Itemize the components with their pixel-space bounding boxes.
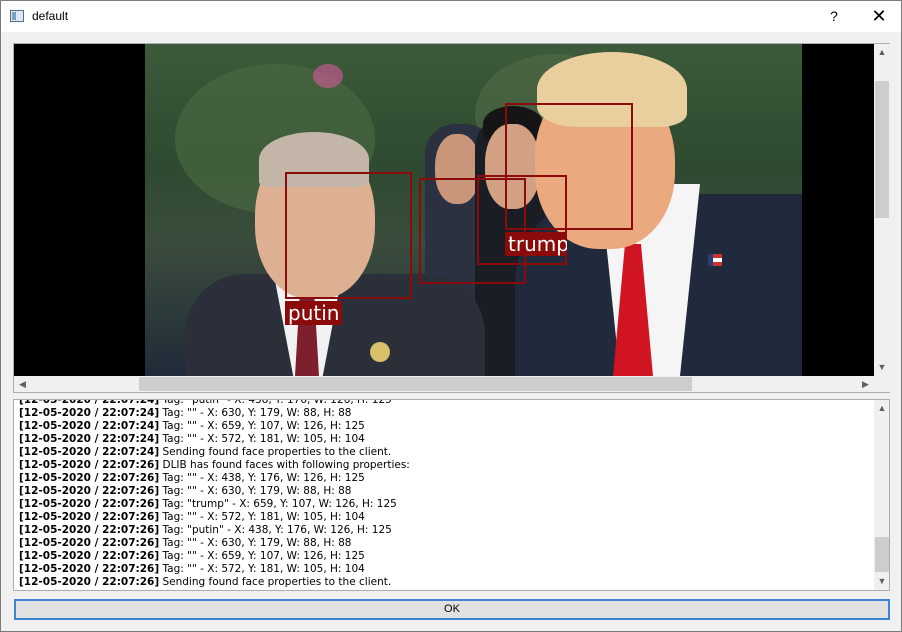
log-line: [12-05-2020 / 22:07:24] Tag: "" - X: 659… xyxy=(19,420,869,433)
dialog-window: default ? ✕ putin trump ▲ ▼ ◀ ▶ [12-05-2… xyxy=(0,0,902,632)
log-message: Tag: "" - X: 572, Y: 181, W: 105, H: 104 xyxy=(159,563,365,575)
flag-pin xyxy=(708,254,722,266)
viewer-horizontal-scrollbar[interactable]: ◀ ▶ xyxy=(14,376,874,392)
log-vertical-scrollbar[interactable]: ▲ ▼ xyxy=(874,400,889,590)
log-line: [12-05-2020 / 22:07:26] Tag: "" - X: 630… xyxy=(19,485,869,498)
ok-button[interactable]: OK xyxy=(14,599,890,620)
log-timestamp: [12-05-2020 / 22:07:26] xyxy=(19,459,160,471)
lapel-pin xyxy=(370,342,390,362)
scroll-left-icon[interactable]: ◀ xyxy=(14,376,31,392)
log-message: Sending found face properties to the cli… xyxy=(159,446,392,458)
viewer-vertical-scrollbar[interactable]: ▲ ▼ xyxy=(874,44,890,376)
log-message: Tag: "" - X: 438, Y: 176, W: 126, H: 125 xyxy=(159,472,365,484)
log-line: [12-05-2020 / 22:07:24] Tag: "putin" - X… xyxy=(19,399,869,407)
scroll-right-icon[interactable]: ▶ xyxy=(857,376,874,392)
log-timestamp: [12-05-2020 / 22:07:26] xyxy=(19,563,160,575)
face-box-trump xyxy=(505,103,633,230)
log-message: Tag: "trump" - X: 659, Y: 107, W: 126, H… xyxy=(159,498,397,510)
face-label-trump: trump xyxy=(505,232,567,256)
log-message: Tag: "" - X: 630, Y: 179, W: 88, H: 88 xyxy=(159,407,352,419)
viewer-horizontal-thumb[interactable] xyxy=(139,377,692,391)
log-timestamp: [12-05-2020 / 22:07:24] xyxy=(19,407,160,419)
log-line: [12-05-2020 / 22:07:24] Tag: "" - X: 630… xyxy=(19,407,869,420)
log-line: [12-05-2020 / 22:07:24] Tag: "" - X: 572… xyxy=(19,433,869,446)
log-timestamp: [12-05-2020 / 22:07:24] xyxy=(19,420,160,432)
scroll-up-icon[interactable]: ▲ xyxy=(874,44,890,61)
log-message: DLIB has found faces with following prop… xyxy=(159,459,410,471)
log-timestamp: [12-05-2020 / 22:07:26] xyxy=(19,576,160,588)
scroll-up-icon[interactable]: ▲ xyxy=(874,400,889,417)
image-viewer[interactable]: putin trump ▲ ▼ ◀ ▶ xyxy=(13,43,890,393)
log-timestamp: [12-05-2020 / 22:07:26] xyxy=(19,537,160,549)
log-timestamp: [12-05-2020 / 22:07:26] xyxy=(19,498,160,510)
log-lines: [12-05-2020 / 22:07:24] Tag: "putin" - X… xyxy=(19,399,869,589)
log-line: [12-05-2020 / 22:07:24] Sending found fa… xyxy=(19,446,869,459)
scroll-down-icon[interactable]: ▼ xyxy=(874,359,890,376)
log-timestamp: [12-05-2020 / 22:07:26] xyxy=(19,524,160,536)
log-timestamp: [12-05-2020 / 22:07:24] xyxy=(19,446,160,458)
log-message: Tag: "" - X: 630, Y: 179, W: 88, H: 88 xyxy=(159,485,352,497)
log-line: [12-05-2020 / 22:07:26] Sending found fa… xyxy=(19,576,869,589)
log-timestamp: [12-05-2020 / 22:07:26] xyxy=(19,550,160,562)
face-box-putin xyxy=(285,172,412,299)
log-message: Sending found face properties to the cli… xyxy=(159,576,392,588)
image-viewport: putin trump xyxy=(14,44,874,376)
log-message: Tag: "" - X: 659, Y: 107, W: 126, H: 125 xyxy=(159,420,365,432)
log-message: Tag: "" - X: 572, Y: 181, W: 105, H: 104 xyxy=(159,433,365,445)
face-label-putin: putin xyxy=(285,301,343,325)
log-message: Tag: "" - X: 659, Y: 107, W: 126, H: 125 xyxy=(159,550,365,562)
log-line: [12-05-2020 / 22:07:26] Tag: "" - X: 630… xyxy=(19,537,869,550)
log-timestamp: [12-05-2020 / 22:07:26] xyxy=(19,472,160,484)
log-timestamp: [12-05-2020 / 22:07:26] xyxy=(19,511,160,523)
log-line: [12-05-2020 / 22:07:26] Tag: "trump" - X… xyxy=(19,498,869,511)
window-icon xyxy=(10,10,24,22)
log-message: Tag: "putin" - X: 438, Y: 176, W: 126, H… xyxy=(159,399,392,406)
title-bar[interactable]: default ? ✕ xyxy=(1,1,901,32)
viewer-vertical-thumb[interactable] xyxy=(875,81,889,218)
log-timestamp: [12-05-2020 / 22:07:24] xyxy=(19,399,160,406)
log-timestamp: [12-05-2020 / 22:07:24] xyxy=(19,433,160,445)
log-line: [12-05-2020 / 22:07:26] Tag: "" - X: 572… xyxy=(19,563,869,576)
close-button[interactable]: ✕ xyxy=(857,1,901,32)
window-title: default xyxy=(32,9,69,23)
log-message: Tag: "putin" - X: 438, Y: 176, W: 126, H… xyxy=(159,524,392,536)
log-line: [12-05-2020 / 22:07:26] Tag: "" - X: 438… xyxy=(19,472,869,485)
log-output[interactable]: [12-05-2020 / 22:07:24] Tag: "putin" - X… xyxy=(13,399,890,591)
scrollbar-corner xyxy=(874,376,890,392)
log-message: Tag: "" - X: 572, Y: 181, W: 105, H: 104 xyxy=(159,511,365,523)
log-timestamp: [12-05-2020 / 22:07:26] xyxy=(19,485,160,497)
photo-flower xyxy=(313,64,343,88)
help-button[interactable]: ? xyxy=(817,1,851,32)
log-line: [12-05-2020 / 22:07:26] DLIB has found f… xyxy=(19,459,869,472)
scroll-down-icon[interactable]: ▼ xyxy=(874,573,889,590)
log-line: [12-05-2020 / 22:07:26] Tag: "" - X: 572… xyxy=(19,511,869,524)
log-line: [12-05-2020 / 22:07:26] Tag: "putin" - X… xyxy=(19,524,869,537)
log-line: [12-05-2020 / 22:07:26] Tag: "" - X: 659… xyxy=(19,550,869,563)
log-message: Tag: "" - X: 630, Y: 179, W: 88, H: 88 xyxy=(159,537,352,549)
log-scroll-thumb[interactable] xyxy=(875,537,889,572)
